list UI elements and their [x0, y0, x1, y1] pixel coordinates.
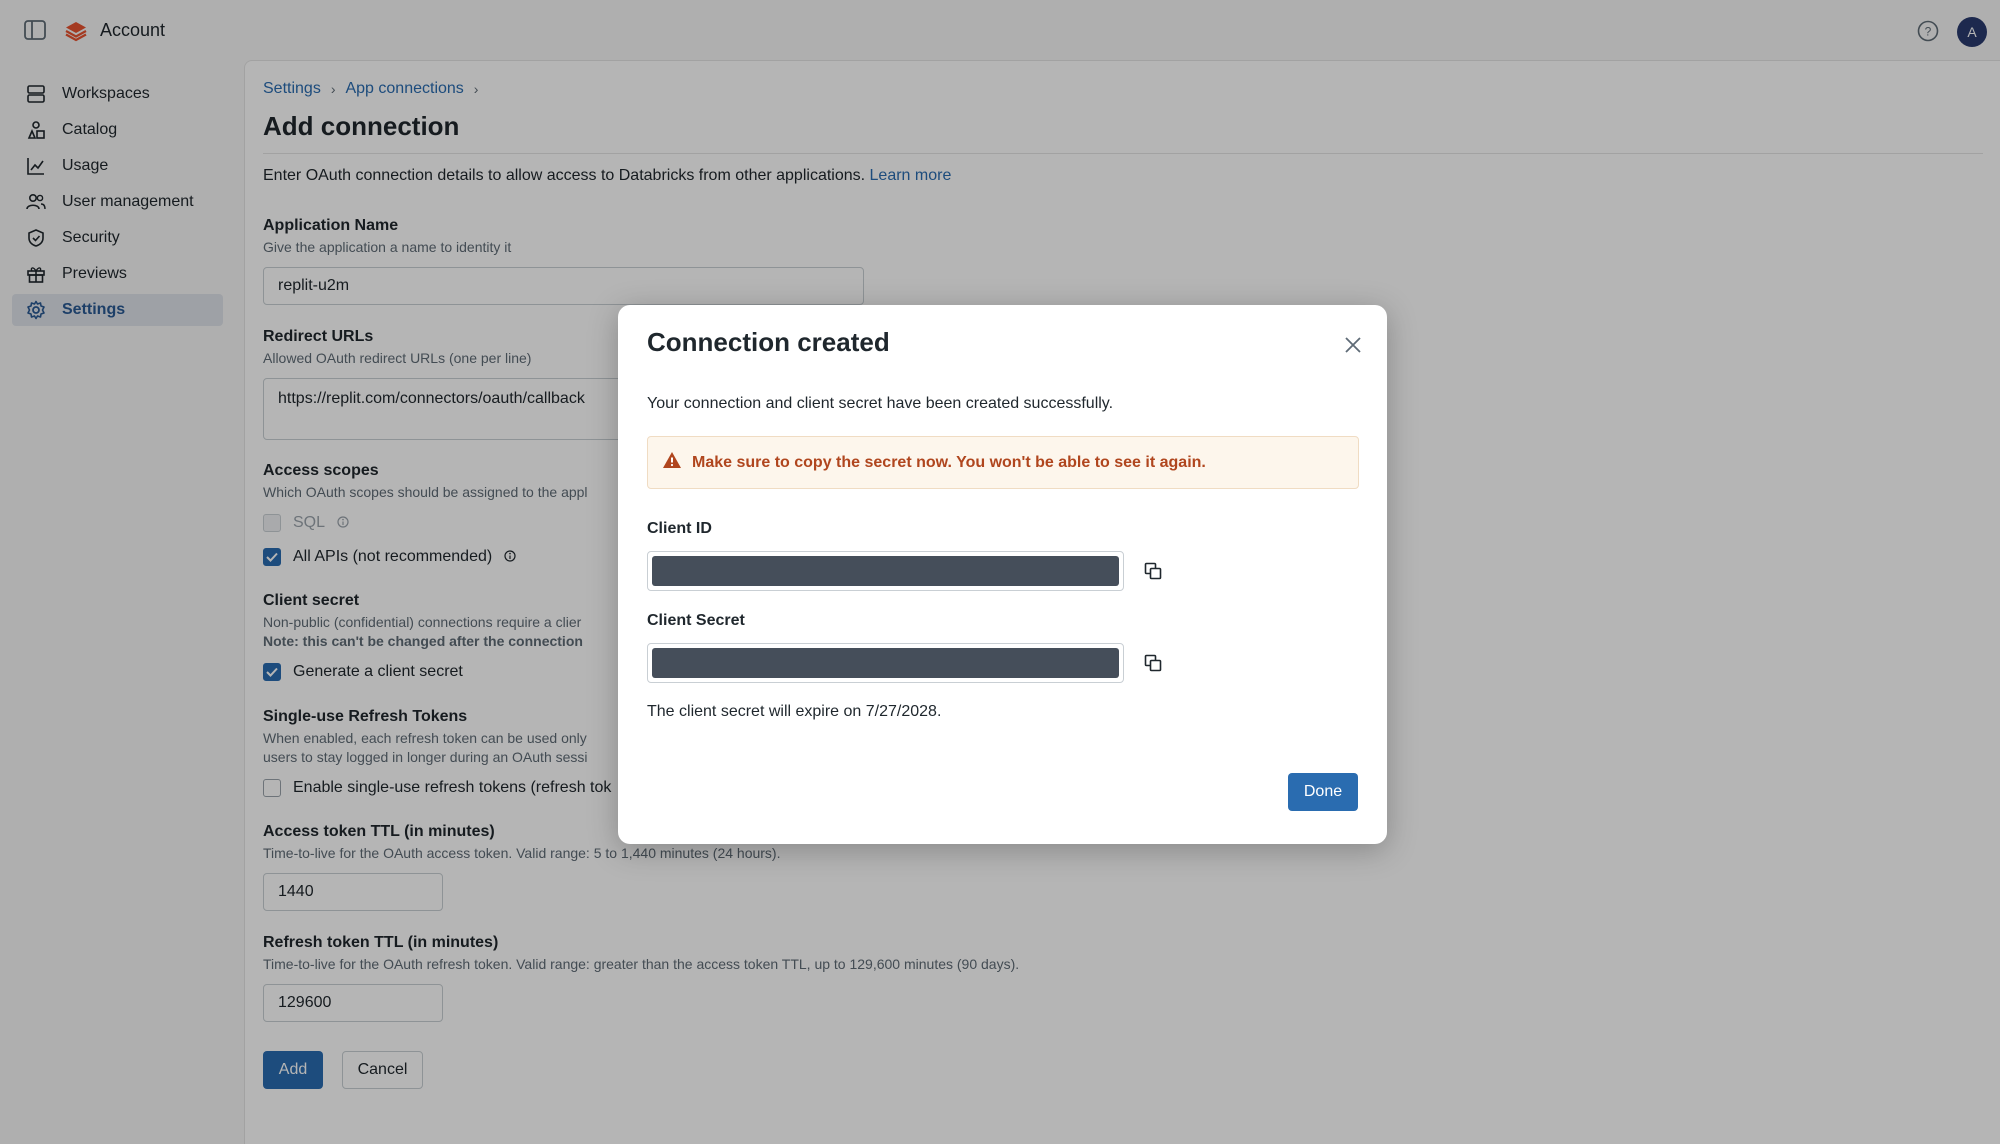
copy-client-secret-icon[interactable] — [1140, 650, 1166, 676]
client-secret-field[interactable] — [647, 643, 1124, 683]
dialog-title: Connection created — [647, 327, 890, 357]
client-id-label: Client ID — [647, 520, 712, 537]
dialog-message: Your connection and client secret have b… — [647, 395, 1114, 412]
warning-text: Make sure to copy the secret now. You wo… — [692, 453, 1206, 471]
connection-created-dialog: Connection created Your connection and c… — [618, 305, 1387, 844]
warning-banner: Make sure to copy the secret now. You wo… — [647, 436, 1359, 489]
client-secret-masked-value — [652, 648, 1119, 678]
close-icon[interactable] — [1340, 332, 1366, 358]
warning-icon — [662, 451, 682, 474]
client-id-masked-value — [652, 556, 1119, 586]
done-button[interactable]: Done — [1288, 773, 1358, 811]
client-id-field[interactable] — [647, 551, 1124, 591]
copy-client-id-icon[interactable] — [1140, 558, 1166, 584]
client-secret-dialog-label: Client Secret — [647, 612, 745, 629]
secret-expiry-text: The client secret will expire on 7/27/20… — [647, 703, 942, 720]
